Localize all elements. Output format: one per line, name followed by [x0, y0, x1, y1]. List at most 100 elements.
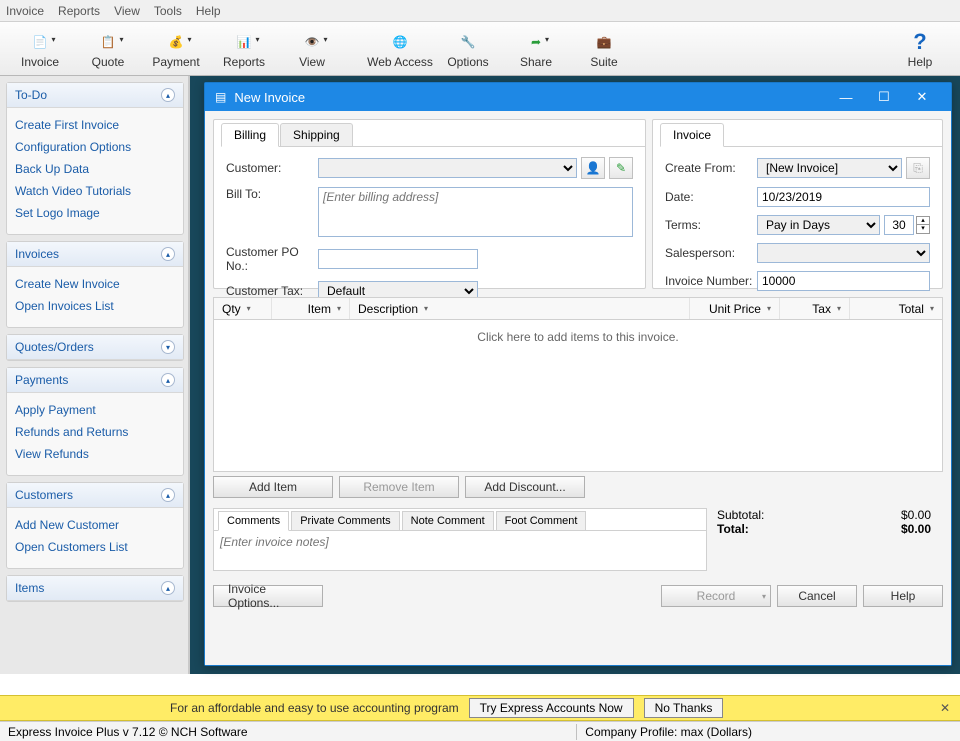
- sidebar-view-refunds[interactable]: View Refunds: [15, 443, 175, 465]
- toolbar-view[interactable]: 👁️▾View: [278, 24, 346, 74]
- menu-view[interactable]: View: [114, 4, 140, 18]
- help-button[interactable]: Help: [863, 585, 943, 607]
- menu-help[interactable]: Help: [196, 4, 221, 18]
- salesperson-select[interactable]: [757, 243, 930, 263]
- cancel-button[interactable]: Cancel: [777, 585, 857, 607]
- sidebar-create-first-invoice[interactable]: Create First Invoice: [15, 114, 175, 136]
- add-item-button[interactable]: Add Item: [213, 476, 333, 498]
- document-icon: ▤: [215, 90, 226, 104]
- tab-shipping[interactable]: Shipping: [280, 123, 353, 146]
- status-bar: Express Invoice Plus v 7.12 © NCH Softwa…: [0, 721, 960, 741]
- tab-invoice[interactable]: Invoice: [660, 123, 724, 147]
- col-tax[interactable]: Tax▾: [780, 298, 850, 319]
- chevron-up-icon: ▴: [161, 581, 175, 595]
- customer-edit-button[interactable]: ✎: [609, 157, 633, 179]
- customer-lookup-button[interactable]: 👤: [581, 157, 605, 179]
- col-item[interactable]: Item▾: [272, 298, 350, 319]
- comments-tab[interactable]: Comments: [218, 511, 289, 531]
- sidebar-open-invoices[interactable]: Open Invoices List: [15, 295, 175, 317]
- createfrom-select[interactable]: [New Invoice]: [757, 158, 902, 178]
- toolbar-suite[interactable]: 💼Suite: [570, 24, 638, 74]
- panel-todo-header[interactable]: To-Do▴: [7, 83, 183, 108]
- panel-todo: To-Do▴ Create First Invoice Configuratio…: [6, 82, 184, 235]
- date-input[interactable]: [757, 187, 930, 207]
- sidebar-create-invoice[interactable]: Create New Invoice: [15, 273, 175, 295]
- col-total[interactable]: Total▾: [850, 298, 942, 319]
- private-comments-tab[interactable]: Private Comments: [291, 511, 399, 530]
- invoicenum-input[interactable]: [757, 271, 930, 291]
- dialog-titlebar: ▤ New Invoice — ☐ ✕: [205, 83, 951, 111]
- sidebar-watch-tutorials[interactable]: Watch Video Tutorials: [15, 180, 175, 202]
- foot-comment-tab[interactable]: Foot Comment: [496, 511, 587, 530]
- toolbar-share[interactable]: ➦▾Share: [502, 24, 570, 74]
- date-label: Date:: [665, 190, 757, 204]
- status-profile: Company Profile: max (Dollars): [585, 725, 752, 739]
- subtotal-value: $0.00: [901, 508, 931, 522]
- add-discount-button[interactable]: Add Discount...: [465, 476, 585, 498]
- spinner-down[interactable]: ▾: [916, 225, 930, 234]
- customer-select[interactable]: [318, 158, 577, 178]
- chevron-up-icon: ▴: [161, 247, 175, 261]
- sidebar-config-options[interactable]: Configuration Options: [15, 136, 175, 158]
- billto-textarea[interactable]: [318, 187, 633, 237]
- invoice-options-button[interactable]: Invoice Options...: [213, 585, 323, 607]
- reports-icon: 📊: [237, 35, 252, 49]
- remove-item-button[interactable]: Remove Item: [339, 476, 459, 498]
- pencil-icon: ✎: [616, 161, 626, 175]
- try-accounts-button[interactable]: Try Express Accounts Now: [469, 698, 634, 718]
- spinner-up[interactable]: ▴: [916, 216, 930, 225]
- col-price[interactable]: Unit Price▾: [690, 298, 780, 319]
- panel-quotes: Quotes/Orders▾: [6, 334, 184, 361]
- sidebar-open-customers[interactable]: Open Customers List: [15, 536, 175, 558]
- maximize-button[interactable]: ☐: [865, 89, 903, 105]
- promo-text: For an affordable and easy to use accoun…: [170, 701, 459, 715]
- terms-select[interactable]: Pay in Days: [757, 215, 880, 235]
- terms-days-input[interactable]: [884, 215, 914, 235]
- toolbar-options[interactable]: 🔧Options: [434, 24, 502, 74]
- chevron-up-icon: ▴: [161, 488, 175, 502]
- sidebar-refunds-returns[interactable]: Refunds and Returns: [15, 421, 175, 443]
- toolbar: 📄▾Invoice 📋▾Quote 💰▾Payment 📊▾Reports 👁️…: [0, 22, 960, 76]
- total-value: $0.00: [901, 522, 931, 536]
- col-desc[interactable]: Description▾: [350, 298, 690, 319]
- sidebar-set-logo[interactable]: Set Logo Image: [15, 202, 175, 224]
- share-icon: ➦: [531, 35, 541, 49]
- tab-billing[interactable]: Billing: [221, 123, 279, 147]
- panel-quotes-header[interactable]: Quotes/Orders▾: [7, 335, 183, 360]
- close-button[interactable]: ✕: [903, 89, 941, 105]
- sidebar-backup-data[interactable]: Back Up Data: [15, 158, 175, 180]
- sidebar-apply-payment[interactable]: Apply Payment: [15, 399, 175, 421]
- toolbar-webaccess[interactable]: 🌐Web Access: [366, 24, 434, 74]
- dropdown-arrow-icon: ▾: [119, 35, 123, 44]
- menu-tools[interactable]: Tools: [154, 4, 182, 18]
- menu-reports[interactable]: Reports: [58, 4, 100, 18]
- dropdown-arrow-icon: ▾: [51, 35, 55, 44]
- chevron-down-icon: ▾: [767, 304, 771, 313]
- toolbar-quote[interactable]: 📋▾Quote: [74, 24, 142, 74]
- note-comment-tab[interactable]: Note Comment: [402, 511, 494, 530]
- createfrom-copy-button[interactable]: ⎘: [906, 157, 930, 179]
- minimize-button[interactable]: —: [827, 90, 865, 105]
- status-version: Express Invoice Plus v 7.12 © NCH Softwa…: [8, 725, 568, 739]
- toolbar-help[interactable]: ?Help: [886, 24, 954, 74]
- comments-textarea[interactable]: [216, 533, 704, 565]
- menu-invoice[interactable]: Invoice: [6, 4, 44, 18]
- no-thanks-button[interactable]: No Thanks: [644, 698, 724, 718]
- panel-payments-header[interactable]: Payments▴: [7, 368, 183, 393]
- copy-icon: ⎘: [913, 161, 923, 176]
- panel-invoices-header[interactable]: Invoices▴: [7, 242, 183, 267]
- sidebar-add-customer[interactable]: Add New Customer: [15, 514, 175, 536]
- toolbar-reports[interactable]: 📊▾Reports: [210, 24, 278, 74]
- toolbar-payment[interactable]: 💰▾Payment: [142, 24, 210, 74]
- panel-customers-header[interactable]: Customers▴: [7, 483, 183, 508]
- toolbar-invoice[interactable]: 📄▾Invoice: [6, 24, 74, 74]
- promo-close-icon[interactable]: ✕: [940, 701, 950, 715]
- grid-empty-hint[interactable]: Click here to add items to this invoice.: [214, 320, 942, 354]
- panel-invoices: Invoices▴ Create New Invoice Open Invoic…: [6, 241, 184, 328]
- col-qty[interactable]: Qty▾: [214, 298, 272, 319]
- record-button[interactable]: Record▾: [661, 585, 771, 607]
- web-icon: 🌐: [393, 35, 408, 49]
- tax-label: Customer Tax:: [226, 284, 318, 298]
- po-input[interactable]: [318, 249, 478, 269]
- panel-items-header[interactable]: Items▴: [7, 576, 183, 601]
